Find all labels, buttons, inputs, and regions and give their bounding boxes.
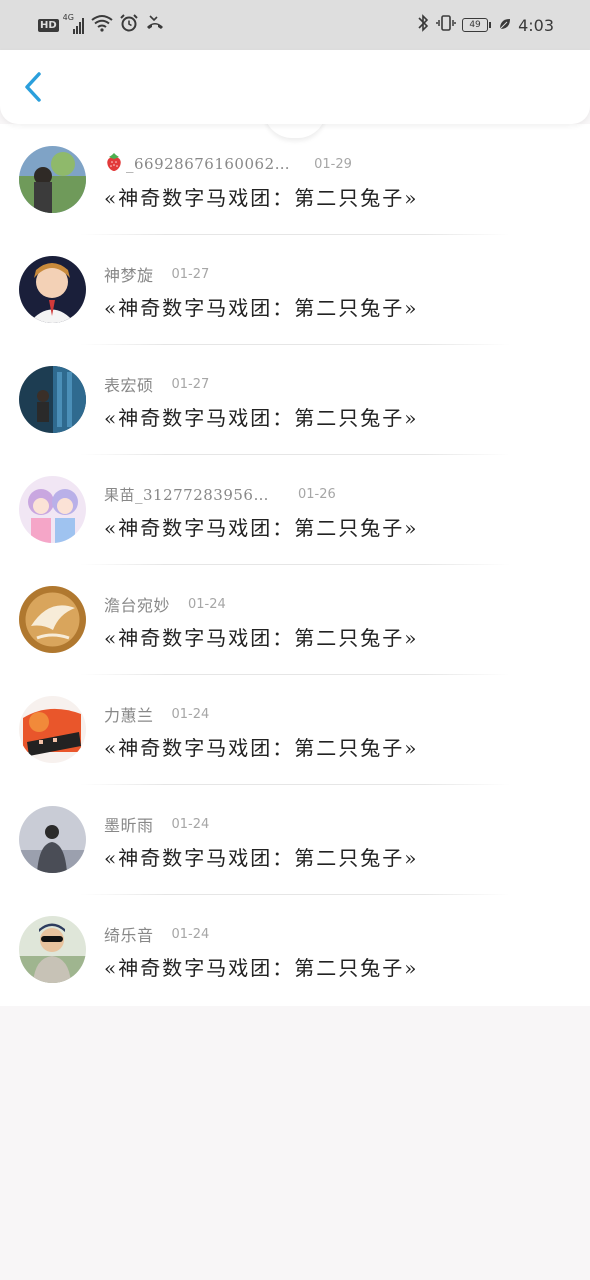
hd-badge: HD bbox=[38, 18, 59, 32]
list-item[interactable]: 墨昕雨 01-24 «神奇数字马戏团：第二只兔子» bbox=[0, 784, 590, 895]
list-item[interactable]: 绮乐音 01-24 «神奇数字马戏团：第二只兔子» bbox=[0, 894, 590, 1004]
status-left: HD 4G bbox=[38, 0, 165, 50]
leaf-icon bbox=[498, 16, 512, 35]
avatar-anime-icon bbox=[19, 476, 86, 543]
status-right: 49 4:03 bbox=[416, 0, 554, 50]
list-item[interactable]: 表宏硕 01-27 «神奇数字马戏团：第二只兔子» bbox=[0, 344, 590, 455]
item-meta: 力蕙兰 01-24 bbox=[104, 702, 209, 726]
alarm-icon bbox=[119, 13, 139, 37]
avatar-coffee-icon bbox=[19, 586, 86, 653]
list-item[interactable]: 神梦旋 01-27 «神奇数字马戏团：第二只兔子» bbox=[0, 234, 590, 345]
avatar[interactable] bbox=[19, 806, 86, 873]
post-date: 01-24 bbox=[171, 706, 210, 722]
item-meta: 墨昕雨 01-24 bbox=[104, 812, 209, 836]
list-item[interactable]: 澹台宛妙 01-24 «神奇数字马戏团：第二只兔子» bbox=[0, 564, 590, 675]
avatar-photo-icon bbox=[19, 806, 86, 873]
username[interactable]: 表宏硕 bbox=[104, 372, 154, 396]
post-date: 01-27 bbox=[171, 376, 210, 392]
avatar[interactable] bbox=[19, 366, 86, 433]
username[interactable]: 澹台宛妙 bbox=[104, 592, 170, 616]
post-date: 01-24 bbox=[171, 926, 210, 942]
username[interactable]: 神梦旋 bbox=[104, 262, 154, 286]
post-date: 01-27 bbox=[171, 266, 210, 282]
item-meta: 神梦旋 01-27 bbox=[104, 262, 209, 286]
book-title[interactable]: «神奇数字马戏团：第二只兔子» bbox=[104, 182, 418, 211]
list-item[interactable]: _66928676160062… 01-29 «神奇数字马戏团：第二只兔子» bbox=[0, 124, 590, 235]
wifi-icon bbox=[91, 14, 113, 36]
book-title[interactable]: «神奇数字马戏团：第二只兔子» bbox=[104, 402, 418, 431]
book-title[interactable]: «神奇数字马戏团：第二只兔子» bbox=[104, 732, 418, 761]
avatar-photo-icon bbox=[19, 366, 86, 433]
signal-type: 4G bbox=[62, 13, 74, 22]
avatar-photo-icon bbox=[19, 696, 86, 763]
post-date: 01-29 bbox=[314, 156, 352, 172]
avatar-photo-icon bbox=[19, 916, 86, 983]
avatar[interactable] bbox=[19, 916, 86, 983]
username[interactable]: _66928676160062… bbox=[126, 155, 290, 173]
strawberry-icon bbox=[104, 152, 124, 176]
signal-icon: 4G bbox=[62, 13, 85, 35]
missed-call-icon bbox=[145, 13, 165, 37]
avatar[interactable] bbox=[19, 586, 86, 653]
avatar-illustration-icon bbox=[19, 256, 86, 323]
avatar[interactable] bbox=[19, 696, 86, 763]
username[interactable]: 力蕙兰 bbox=[104, 702, 154, 726]
top-app-bar bbox=[0, 50, 590, 124]
clock: 4:03 bbox=[518, 15, 554, 35]
item-meta: _66928676160062… 01-29 bbox=[104, 152, 352, 176]
book-title[interactable]: «神奇数字马戏团：第二只兔子» bbox=[104, 622, 418, 651]
item-meta: 果苗_312772839567… 01-26 bbox=[104, 482, 336, 506]
username[interactable]: 墨昕雨 bbox=[104, 812, 154, 836]
username[interactable]: 绮乐音 bbox=[104, 922, 154, 946]
status-bar: HD 4G 49 4:03 bbox=[0, 0, 590, 50]
avatar[interactable] bbox=[19, 476, 86, 543]
vibrate-icon bbox=[436, 13, 456, 37]
book-title[interactable]: «神奇数字马戏团：第二只兔子» bbox=[104, 842, 418, 871]
item-meta: 表宏硕 01-27 bbox=[104, 372, 209, 396]
avatar[interactable] bbox=[19, 146, 86, 213]
chevron-left-icon bbox=[25, 72, 41, 102]
list-item[interactable]: 果苗_312772839567… 01-26 «神奇数字马戏团：第二只兔子» bbox=[0, 454, 590, 565]
book-title[interactable]: «神奇数字马戏团：第二只兔子» bbox=[104, 292, 418, 321]
back-button[interactable] bbox=[14, 68, 52, 106]
bluetooth-icon bbox=[416, 13, 430, 37]
battery-icon: 49 bbox=[462, 18, 492, 32]
item-meta: 澹台宛妙 01-24 bbox=[104, 592, 226, 616]
post-date: 01-24 bbox=[188, 596, 226, 612]
username[interactable]: 果苗_312772839567… bbox=[104, 484, 274, 505]
post-date: 01-24 bbox=[171, 816, 210, 832]
avatar[interactable] bbox=[19, 256, 86, 323]
comment-list: _66928676160062… 01-29 «神奇数字马戏团：第二只兔子» 神… bbox=[0, 124, 590, 1006]
post-date: 01-26 bbox=[298, 486, 336, 502]
item-meta: 绮乐音 01-24 bbox=[104, 922, 209, 946]
list-item[interactable]: 力蕙兰 01-24 «神奇数字马戏团：第二只兔子» bbox=[0, 674, 590, 785]
avatar-photo-icon bbox=[19, 146, 86, 213]
book-title[interactable]: «神奇数字马戏团：第二只兔子» bbox=[104, 512, 418, 541]
book-title[interactable]: «神奇数字马戏团：第二只兔子» bbox=[104, 952, 418, 981]
